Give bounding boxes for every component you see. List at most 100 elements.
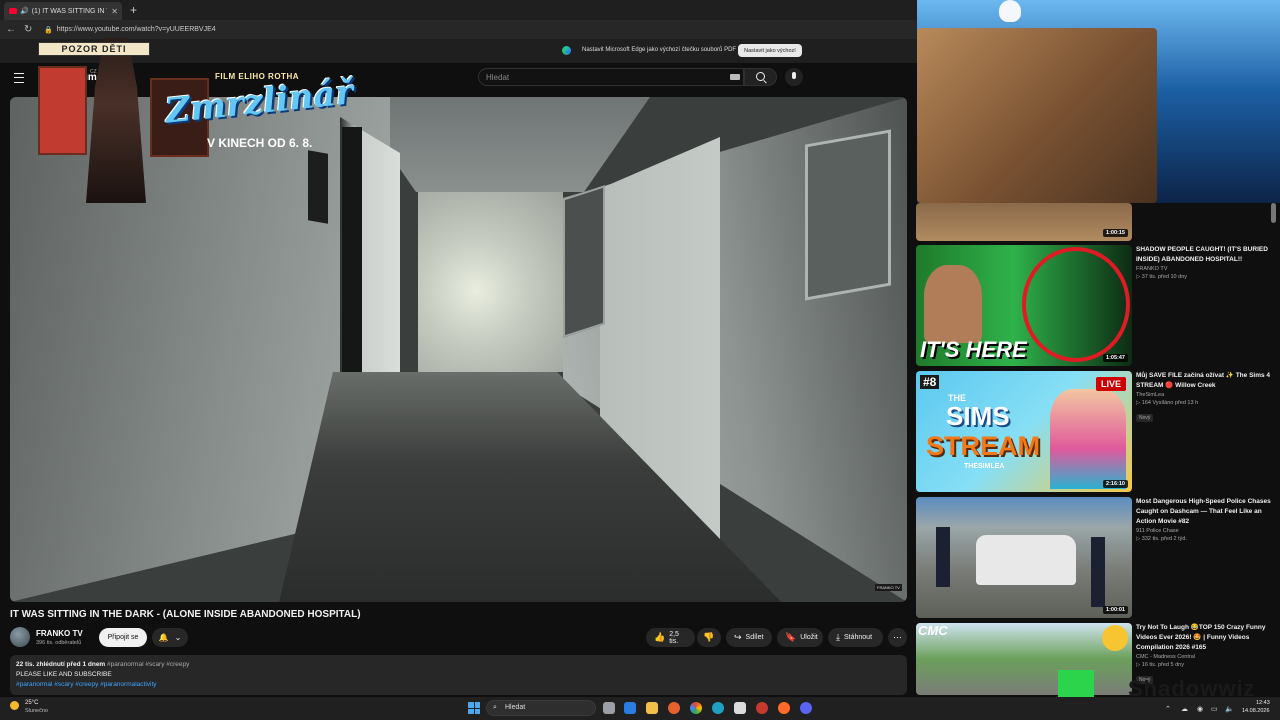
back-icon[interactable]: ←: [6, 24, 18, 35]
download-icon: ⤓: [836, 632, 840, 642]
speaker-icon[interactable]: 🔊: [20, 7, 29, 15]
network-icon[interactable]: ▭: [1211, 705, 1218, 713]
recommendation-thumbnail[interactable]: IT'S HERE 1:05:47: [916, 245, 1132, 366]
country-code: CZ: [90, 69, 97, 75]
dislike-button[interactable]: 👎: [697, 628, 721, 647]
description-tags[interactable]: #paranormal #scary #creepy: [107, 661, 189, 668]
new-badge: Nový: [1136, 414, 1154, 422]
clock-time[interactable]: 12:43: [1256, 700, 1270, 706]
share-icon: ↪: [734, 632, 742, 642]
store-icon[interactable]: [734, 702, 746, 714]
set-default-button[interactable]: Nastavit jako výchozí: [738, 44, 802, 57]
recommendation-thumbnail[interactable]: 1:00:01: [916, 497, 1132, 618]
browser-active-icon[interactable]: [778, 702, 790, 714]
new-tab-button[interactable]: +: [130, 3, 137, 17]
browser-tab[interactable]: 🔊 (1) IT WAS SITTING IN THE DA ✕: [4, 2, 122, 20]
search-icon: [756, 72, 765, 81]
mail-icon[interactable]: [624, 702, 636, 714]
close-tab-icon[interactable]: ✕: [111, 7, 118, 16]
recommendation-meta[interactable]: Můj SAVE FILE začíná ožívat ✨ The Sims 4…: [1136, 371, 1272, 424]
search-input[interactable]: [478, 68, 744, 86]
recommendation-title: Můj SAVE FILE začíná ožívat ✨ The Sims 4…: [1136, 372, 1271, 389]
video-duration: 1:00:01: [1103, 606, 1128, 614]
like-button[interactable]: 👍 2,5 tis.: [646, 628, 695, 647]
search-icon: ⌕: [493, 704, 497, 711]
sidebar-scrollbar[interactable]: [1271, 203, 1276, 223]
thumbnail-officer: [936, 527, 950, 587]
clock-date[interactable]: 14.08.2026: [1242, 708, 1270, 714]
task-view-icon[interactable]: [603, 702, 615, 714]
recommendation-stats: ▷ 16 tis. před 5 dny: [1136, 662, 1184, 668]
taskbar-search-input[interactable]: [486, 700, 596, 716]
movie-ad-banner[interactable]: [917, 0, 1280, 203]
save-label: Uložit: [800, 634, 818, 641]
url-field[interactable]: https://www.youtube.com/watch?v=yUUEERBV…: [57, 26, 216, 33]
live-badge: LIVE: [1095, 377, 1126, 391]
thumbnail-episode-number: #8: [920, 375, 940, 389]
discord-icon[interactable]: [800, 702, 812, 714]
tab-strip: [0, 0, 917, 20]
thumb-up-icon: 👍: [654, 632, 666, 642]
search-placeholder: Hledat: [486, 73, 510, 82]
ad-release-date: V KINECH OD 6. 8.: [207, 136, 313, 150]
save-button[interactable]: 🔖 Uložit: [777, 628, 823, 647]
security-icon[interactable]: ◉: [1197, 705, 1203, 713]
voice-search-button[interactable]: [785, 68, 803, 86]
recommendation-meta[interactable]: SHADOW PEOPLE CAUGHT! (IT'S BURIED INSID…: [1136, 245, 1272, 280]
chevron-down-icon: ⌄: [174, 633, 182, 642]
video-duration: 1:05:47: [1103, 354, 1128, 362]
thumbnail-main-text: SIMS: [946, 401, 1010, 431]
windows-taskbar: [0, 697, 1280, 720]
download-button[interactable]: ⤓ Stáhnout: [828, 628, 883, 647]
sun-icon[interactable]: [10, 701, 19, 710]
video-title: IT WAS SITTING IN THE DARK - (ALONE INSI…: [10, 609, 361, 620]
bell-icon: 🔔: [158, 633, 169, 642]
subscribe-button[interactable]: Připojit se: [99, 628, 147, 647]
edge-icon[interactable]: [712, 702, 724, 714]
subscriber-count: 396 tis. odběratelů: [36, 640, 82, 646]
opera-icon[interactable]: [756, 702, 768, 714]
weather-temperature[interactable]: 25°C: [25, 700, 38, 706]
firefox-icon[interactable]: [668, 702, 680, 714]
weather-description[interactable]: Slunečno: [25, 708, 48, 714]
lock-icon[interactable]: 🔒: [44, 26, 53, 34]
thumbnail-small-text: THESIMLEA: [964, 463, 1005, 470]
infobar-text: Nastavit Microsoft Edge jako výchozí čte…: [582, 47, 737, 53]
channel-name[interactable]: FRANKO TV: [36, 629, 83, 638]
thumb-down-icon: 👎: [703, 632, 715, 642]
channel-avatar[interactable]: [10, 627, 30, 647]
hamburger-menu-icon[interactable]: [14, 73, 24, 83]
windows-start-icon[interactable]: [468, 702, 480, 714]
volume-icon[interactable]: 🔈: [1225, 705, 1234, 713]
ice-cream-mascot-icon: [999, 0, 1021, 22]
thumbnail-characters: [1050, 389, 1126, 489]
video-duration: 2:16:10: [1103, 480, 1128, 488]
ad-window-left: [38, 66, 87, 155]
video-scene-back-wall: [418, 192, 563, 372]
description-meta: 22 tis. zhlédnutí před 1 dnem #paranorma…: [16, 661, 189, 668]
recommendation-channel: 911 Police Chase: [1136, 528, 1179, 534]
file-explorer-icon[interactable]: [646, 702, 658, 714]
recommendation-meta[interactable]: Most Dangerous High-Speed Police Chases …: [1136, 497, 1272, 542]
video-scene-window-small: [563, 185, 605, 338]
like-count: 2,5 tis.: [669, 630, 679, 645]
thumbnail-car: [976, 535, 1076, 585]
chrome-icon[interactable]: [690, 702, 702, 714]
keyboard-icon[interactable]: [730, 74, 740, 80]
recommendation-thumbnail[interactable]: #8 THE SIMS STREAM THESIMLEA LIVE 2:16:1…: [916, 371, 1132, 492]
video-player[interactable]: FRANKO TV: [10, 97, 907, 602]
description-hashtags[interactable]: #paranormal #scary #creepy #paranormalac…: [16, 681, 157, 688]
notifications-button[interactable]: 🔔 ⌄: [152, 628, 188, 647]
recommendation-stats: ▷ 37 tis. před 10 dny: [1136, 274, 1188, 280]
more-actions-icon[interactable]: ⋯: [888, 628, 907, 647]
recommendation-thumbnail[interactable]: 1:00:15: [916, 203, 1132, 241]
cloud-icon[interactable]: ☁: [1181, 705, 1188, 713]
reload-icon[interactable]: ↻: [24, 24, 36, 35]
recommendation-stats: ▷ 164 Vysíláno před 13 h: [1136, 400, 1199, 406]
taskbar-search-label: Hledat: [505, 704, 526, 711]
share-button[interactable]: ↪ Sdílet: [726, 628, 772, 647]
recommendation-channel: TheSimLea: [1136, 392, 1165, 398]
download-label: Stáhnout: [843, 634, 873, 641]
recommendation-thumbnail[interactable]: CMC: [916, 623, 1132, 695]
tray-chevron-icon[interactable]: ⌃: [1165, 705, 1171, 713]
